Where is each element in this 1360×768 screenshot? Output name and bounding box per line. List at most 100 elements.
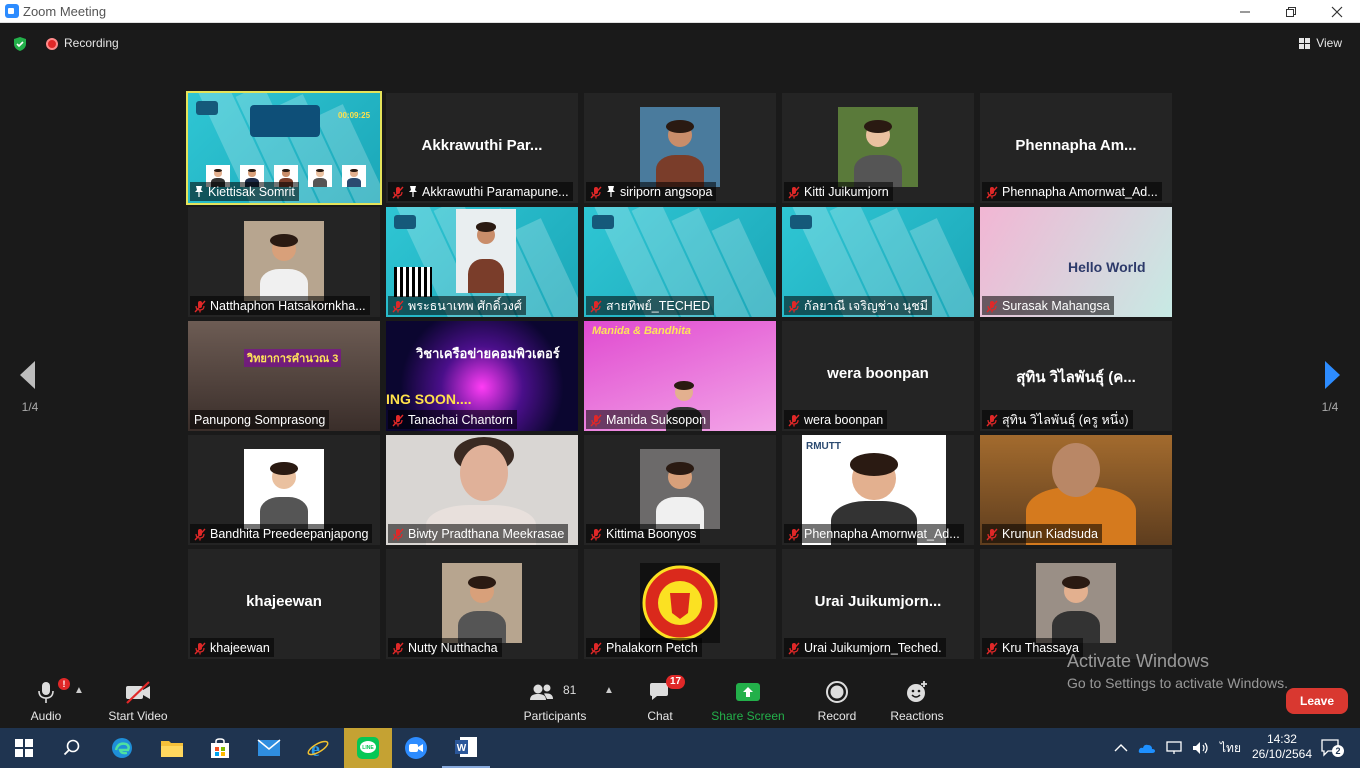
- word-document-icon: W: [455, 737, 477, 757]
- taskbar-mail[interactable]: [245, 728, 293, 768]
- participants-options-caret-icon[interactable]: ▲: [604, 685, 614, 696]
- windows-taskbar: e LINE W ไทย 14:32 26/10/2564 2: [0, 728, 1360, 768]
- share-screen-button[interactable]: Share Screen: [710, 679, 786, 723]
- participant-tile[interactable]: Phalakorn Petch: [584, 549, 776, 659]
- taskbar-word[interactable]: W: [442, 728, 490, 768]
- participant-tile[interactable]: วิชาเครือข่ายคอมพิวเตอร์ ING SOON.... Tana…: [386, 321, 578, 431]
- participants-label: Participants: [523, 709, 587, 723]
- taskbar-file-explorer[interactable]: [148, 728, 196, 768]
- audio-alert-badge: !: [58, 678, 70, 690]
- taskbar-store[interactable]: [196, 728, 244, 768]
- participant-tile[interactable]: wera boonpan wera boonpan: [782, 321, 974, 431]
- participant-tile[interactable]: Hello World Surasak Mahangsa: [980, 207, 1172, 317]
- reactions-button[interactable]: Reactions: [888, 679, 946, 723]
- participant-tile[interactable]: 00:09:25 Kiettisak Somrit: [186, 91, 382, 205]
- participant-tile[interactable]: สายทิพย์_TECHED: [584, 207, 776, 317]
- participant-tile[interactable]: Kittima Boonyos: [584, 435, 776, 545]
- participant-tile[interactable]: Phennapha Am... Phennapha Amornwat_Ad...: [980, 93, 1172, 203]
- participant-photo: [640, 449, 720, 529]
- participant-tile[interactable]: siriporn angsopa: [584, 93, 776, 203]
- taskbar-line[interactable]: LINE: [344, 728, 392, 768]
- participant-name: Kiettisak Somrit: [208, 185, 295, 199]
- participants-button[interactable]: 81 Participants: [520, 679, 590, 723]
- muted-microphone-icon: [590, 528, 602, 540]
- chat-unread-badge: 17: [666, 675, 686, 689]
- start-video-button[interactable]: Start Video: [104, 679, 172, 723]
- participant-name-label: Natthaphon Hatsakornkha...: [190, 296, 370, 315]
- next-page-arrow-icon[interactable]: [1322, 360, 1342, 390]
- svg-text:W: W: [457, 743, 467, 754]
- maximize-button[interactable]: [1268, 0, 1314, 23]
- participant-tile[interactable]: Nutty Nutthacha: [386, 549, 578, 659]
- participant-display-name: Phennapha Am...: [1015, 137, 1137, 154]
- participant-photo: [640, 107, 720, 187]
- onedrive-cloud-icon[interactable]: [1138, 742, 1156, 754]
- input-language-indicator[interactable]: ไทย: [1220, 739, 1241, 758]
- poster-timer: 00:09:25: [338, 111, 371, 120]
- muted-microphone-icon: [986, 300, 998, 312]
- leave-button[interactable]: Leave: [1286, 688, 1348, 714]
- taskbar-zoom[interactable]: [392, 728, 440, 768]
- line-app-label: LINE: [362, 745, 374, 751]
- participant-name: Krunun Kiadsuda: [1002, 527, 1098, 541]
- participant-photo: [838, 107, 918, 187]
- participant-tile[interactable]: Kitti Juikumjorn: [782, 93, 974, 203]
- slide-subtitle: ING SOON....: [386, 391, 472, 407]
- participant-tile[interactable]: RMUTT Phennapha Amornwat_Ad...: [782, 435, 974, 545]
- taskbar-internet-explorer[interactable]: e: [294, 728, 342, 768]
- participant-tile[interactable]: วิทยาการคำนวณ 3 Panupong Somprasong: [188, 321, 380, 431]
- participant-display-name: Akkrawuthi Par...: [421, 137, 543, 154]
- participant-tile[interactable]: กัลยาณี เจริญช่าง นุชมี: [782, 207, 974, 317]
- chat-button[interactable]: 17 Chat: [640, 675, 686, 723]
- participant-name-label: พระธนาเทพ ศักดิ์วงศ์: [388, 296, 526, 315]
- view-button[interactable]: View: [1291, 31, 1350, 55]
- zoom-app-icon: [5, 4, 19, 18]
- participant-tile[interactable]: สุทิน วิไลพันธุ์ (ค... สุทิน วิไลพันธุ์ (…: [980, 321, 1172, 431]
- participant-display-name: Urai Juikumjorn...: [814, 593, 942, 610]
- taskbar-search-button[interactable]: [48, 728, 96, 768]
- participant-tile[interactable]: khajeewan khajeewan: [188, 549, 380, 659]
- participants-icon: [530, 684, 553, 700]
- notification-count: 2: [1332, 745, 1344, 757]
- participant-tile[interactable]: Urai Juikumjorn... Urai Juikumjorn_Teched…: [782, 549, 974, 659]
- taskbar-edge[interactable]: [98, 728, 146, 768]
- participant-tile[interactable]: Biwty Pradthana Meekrasae: [386, 435, 578, 545]
- start-button[interactable]: [0, 728, 48, 768]
- tray-overflow-chevron-icon[interactable]: [1114, 743, 1128, 753]
- participant-name-label: กัลยาณี เจริญช่าง นุชมี: [784, 296, 932, 315]
- participant-display-name: wera boonpan: [827, 365, 929, 382]
- participant-name: Tanachai Chantorn: [408, 413, 513, 427]
- participant-tile[interactable]: Kru Thassaya: [980, 549, 1172, 659]
- participant-name-label: Phennapha Amornwat_Ad...: [784, 524, 964, 543]
- network-icon[interactable]: [1166, 741, 1182, 755]
- slide-title: วิทยาการคำนวณ 3: [244, 349, 342, 367]
- audio-options-caret-icon[interactable]: ▲: [74, 685, 84, 696]
- slide-title: Hello World: [1068, 259, 1146, 275]
- previous-page-arrow-icon[interactable]: [18, 360, 38, 390]
- participant-name: Bandhita Preedeepanjapong: [210, 527, 369, 541]
- close-button[interactable]: [1314, 0, 1360, 23]
- participant-tile[interactable]: Akkrawuthi Par... Akkrawuthi Paramapune..…: [386, 93, 578, 203]
- speaker-volume-icon[interactable]: [1192, 741, 1210, 755]
- clock-time: 14:32: [1266, 732, 1297, 746]
- participant-name-label: Phalakorn Petch: [586, 638, 702, 657]
- participant-tile[interactable]: Krunun Kiadsuda: [980, 435, 1172, 545]
- audio-label: Audio: [30, 709, 62, 723]
- participant-tile[interactable]: Manida & Bandhita Manida Suksopon: [584, 321, 776, 431]
- muted-microphone-icon: [590, 186, 602, 198]
- participant-tile[interactable]: Bandhita Preedeepanjapong: [188, 435, 380, 545]
- audio-button[interactable]: ! Audio: [22, 678, 70, 723]
- minimize-button[interactable]: [1222, 0, 1268, 23]
- participant-name: siriporn angsopa: [620, 185, 713, 199]
- taskbar-clock[interactable]: 14:32 26/10/2564: [1252, 732, 1312, 762]
- record-button[interactable]: Record: [814, 679, 860, 723]
- muted-microphone-icon: [986, 642, 998, 654]
- participant-name-label: khajeewan: [190, 638, 274, 657]
- folder-icon: [161, 741, 183, 757]
- action-center-button[interactable]: 2: [1320, 738, 1344, 758]
- edge-browser-icon: [112, 738, 132, 758]
- participant-name: Kittima Boonyos: [606, 527, 697, 541]
- participant-tile[interactable]: พระธนาเทพ ศักดิ์วงศ์: [386, 207, 578, 317]
- encryption-shield-icon[interactable]: [12, 36, 28, 52]
- participant-tile[interactable]: Natthaphon Hatsakornkha...: [188, 207, 380, 317]
